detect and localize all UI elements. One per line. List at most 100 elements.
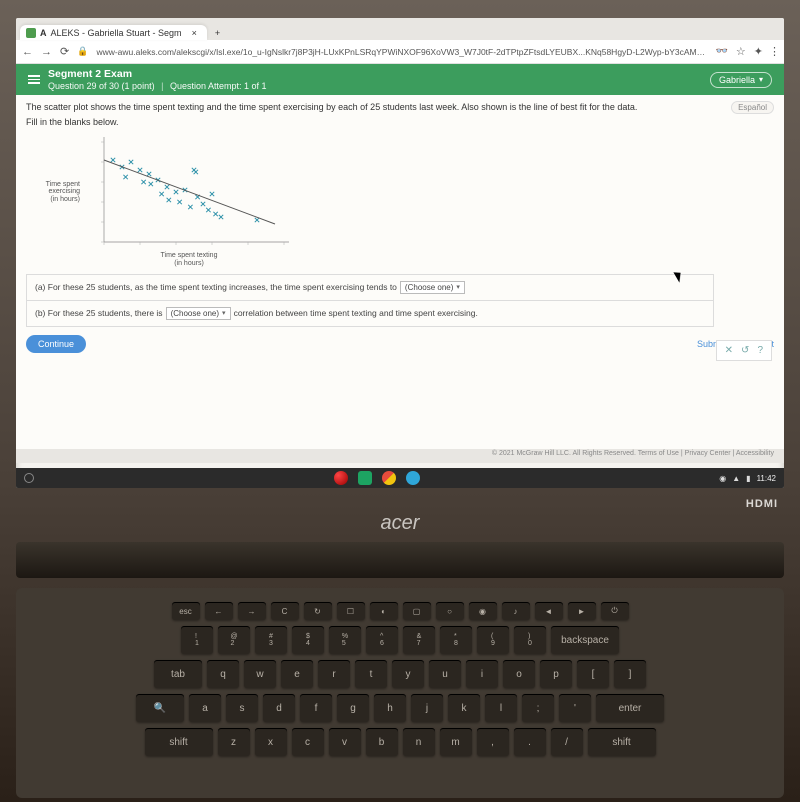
continue-button[interactable]: Continue <box>26 335 86 353</box>
key[interactable]: t <box>355 660 387 688</box>
key[interactable]: esc <box>172 602 200 620</box>
key[interactable]: b <box>366 728 398 756</box>
wifi-icon[interactable]: ▲ <box>732 474 740 483</box>
answer-a: (a) For these 25 students, as the time s… <box>26 274 714 301</box>
key[interactable]: . <box>514 728 546 756</box>
key[interactable]: tab <box>154 660 202 688</box>
key[interactable]: o <box>503 660 535 688</box>
key[interactable]: ] <box>614 660 646 688</box>
key[interactable]: x <box>255 728 287 756</box>
key[interactable]: / <box>551 728 583 756</box>
key[interactable]: [ <box>577 660 609 688</box>
key[interactable]: j <box>411 694 443 722</box>
reset-button[interactable]: ↺ <box>741 345 749 356</box>
key[interactable]: ○ <box>436 602 464 620</box>
espanol-link[interactable]: Español <box>731 101 774 114</box>
key[interactable]: shift <box>145 728 213 756</box>
key[interactable]: )0 <box>514 626 546 654</box>
key[interactable]: ◐ <box>370 602 398 620</box>
play-icon[interactable] <box>358 471 372 485</box>
key[interactable]: C <box>271 602 299 620</box>
battery-icon[interactable]: ▮ <box>746 474 750 483</box>
browser-tab[interactable]: A ALEKS - Gabriella Stuart - Segm × <box>20 25 207 40</box>
key[interactable]: ← <box>205 602 233 620</box>
user-chip[interactable]: Gabriella <box>710 72 772 88</box>
y-axis-label: Time spent exercising(in hours) <box>26 181 80 204</box>
key[interactable]: (9 <box>477 626 509 654</box>
key[interactable]: g <box>337 694 369 722</box>
key[interactable]: ► <box>568 602 596 620</box>
key[interactable]: p <box>540 660 572 688</box>
key[interactable]: r <box>318 660 350 688</box>
reload-button[interactable]: ⟳ <box>60 45 69 58</box>
key[interactable]: v <box>329 728 361 756</box>
key[interactable]: ♪ <box>502 602 530 620</box>
help-button[interactable]: ? <box>757 345 763 356</box>
key[interactable]: &7 <box>403 626 435 654</box>
key[interactable]: ▢ <box>403 602 431 620</box>
app-icon[interactable] <box>406 471 420 485</box>
key[interactable]: , <box>477 728 509 756</box>
new-tab-button[interactable]: + <box>207 26 228 40</box>
key[interactable]: d <box>263 694 295 722</box>
chrome-icon[interactable] <box>334 471 348 485</box>
clock[interactable]: 11:42 <box>757 474 776 483</box>
back-button[interactable]: ← <box>22 46 33 58</box>
url-text[interactable]: www-awu.aleks.com/alekscgi/x/Isl.exe/1o_… <box>96 47 707 57</box>
key[interactable]: y <box>392 660 424 688</box>
key[interactable]: i <box>466 660 498 688</box>
key[interactable]: n <box>403 728 435 756</box>
aleks-favicon-icon <box>26 28 36 38</box>
extension-icon[interactable]: ✦ <box>754 45 761 58</box>
key[interactable]: backspace <box>551 626 619 654</box>
laptop-brand: acer <box>0 512 800 535</box>
forward-button[interactable]: → <box>41 46 52 58</box>
key[interactable]: enter <box>596 694 664 722</box>
key[interactable]: a <box>189 694 221 722</box>
keyboard: esc←→C↻☐◐▢○◉♪◄►⏻ !1@2#3$4%5^6&7*8(9)0bac… <box>16 588 784 798</box>
key[interactable]: %5 <box>329 626 361 654</box>
key[interactable]: h <box>374 694 406 722</box>
gmail-icon[interactable] <box>382 471 396 485</box>
key[interactable]: m <box>440 728 472 756</box>
key[interactable]: ' <box>559 694 591 722</box>
clear-button[interactable]: ✕ <box>725 345 733 356</box>
key[interactable]: e <box>281 660 313 688</box>
key[interactable]: ☐ <box>337 602 365 620</box>
answer-b-text2: correlation between time spent texting a… <box>234 308 478 318</box>
key[interactable]: *8 <box>440 626 472 654</box>
bookmark-button[interactable]: ☆ <box>736 45 746 58</box>
browser-toolbar: ← → ⟳ 🔒 www-awu.aleks.com/alekscgi/x/Isl… <box>16 40 784 64</box>
hamburger-menu-icon[interactable] <box>28 75 40 84</box>
key[interactable]: ◄ <box>535 602 563 620</box>
key[interactable]: ⏻ <box>601 602 629 620</box>
key[interactable]: ◉ <box>469 602 497 620</box>
key[interactable]: ^6 <box>366 626 398 654</box>
key[interactable]: l <box>485 694 517 722</box>
answer-a-dropdown[interactable]: (Choose one) <box>400 281 465 294</box>
key[interactable]: shift <box>588 728 656 756</box>
key[interactable]: $4 <box>292 626 324 654</box>
launcher-icon[interactable] <box>24 473 34 483</box>
notif-icon[interactable]: ◉ <box>719 474 726 483</box>
key[interactable]: c <box>292 728 324 756</box>
key[interactable]: u <box>429 660 461 688</box>
key[interactable]: f <box>300 694 332 722</box>
key[interactable]: → <box>238 602 266 620</box>
answer-b-dropdown[interactable]: (Choose one) <box>166 307 231 320</box>
key[interactable]: @2 <box>218 626 250 654</box>
key[interactable]: ; <box>522 694 554 722</box>
scatter-plot: Time spent exercising(in hours) <box>26 132 774 252</box>
key[interactable]: k <box>448 694 480 722</box>
key[interactable]: w <box>244 660 276 688</box>
tab-close-icon[interactable]: × <box>192 28 197 38</box>
key[interactable]: !1 <box>181 626 213 654</box>
answer-b: (b) For these 25 students, there is (Cho… <box>26 301 714 327</box>
key[interactable]: ↻ <box>304 602 332 620</box>
key[interactable]: q <box>207 660 239 688</box>
key[interactable]: 🔍 <box>136 694 184 722</box>
menu-button[interactable]: ⋮ <box>769 45 778 58</box>
key[interactable]: s <box>226 694 258 722</box>
key[interactable]: z <box>218 728 250 756</box>
key[interactable]: #3 <box>255 626 287 654</box>
